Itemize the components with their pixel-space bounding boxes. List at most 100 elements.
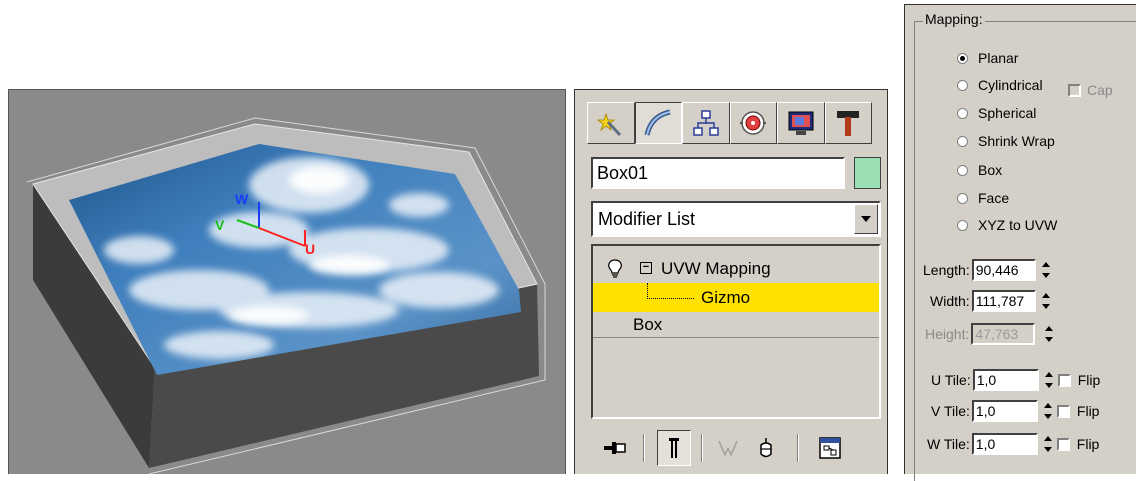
width-label: Width:: [930, 293, 970, 309]
radio-label: Cylindrical: [978, 77, 1043, 93]
radio-button-checked[interactable]: [957, 52, 968, 64]
w-tile-row: W Tile: 1,0 Flip: [927, 432, 1099, 456]
modify-tab[interactable]: [634, 102, 682, 144]
radio-label: XYZ to UVW: [978, 217, 1058, 233]
radio-cylindrical[interactable]: Cylindrical: [957, 75, 1043, 95]
flip-label: Flip: [1076, 403, 1100, 419]
w-tile-spinner-arrows[interactable]: [1042, 433, 1054, 455]
radio-button[interactable]: [957, 219, 968, 231]
radio-button[interactable]: [957, 135, 968, 147]
v-tile-label: V Tile:: [931, 403, 970, 419]
command-panel-tabs: [587, 102, 872, 146]
pin-icon: [604, 442, 626, 454]
create-tab[interactable]: [587, 102, 635, 144]
width-spinner-arrows[interactable]: [1040, 290, 1052, 312]
v-tile-field[interactable]: 1,0: [971, 400, 1038, 422]
length-label: Length:: [923, 262, 970, 278]
hierarchy-icon: [693, 110, 719, 136]
width-field[interactable]: 111,787: [971, 290, 1036, 312]
radio-button[interactable]: [957, 192, 968, 204]
v-flip-checkbox-row[interactable]: Flip: [1056, 403, 1100, 419]
motion-icon: [740, 111, 767, 135]
make-unique-icon: [718, 440, 738, 457]
stack-base-object-label: Box: [633, 315, 663, 334]
create-icon: [596, 112, 621, 137]
flip-label: Flip: [1077, 372, 1101, 388]
chevron-down-icon: [861, 216, 871, 222]
modify-icon: [644, 109, 671, 136]
u-tile-spinner-arrows[interactable]: [1043, 369, 1055, 391]
length-spinner-arrows[interactable]: [1040, 259, 1052, 281]
make-unique-button[interactable]: [711, 430, 745, 466]
height-field[interactable]: 47,763: [971, 323, 1036, 345]
lightbulb-icon[interactable]: [607, 259, 623, 279]
stack-item-uvw-mapping[interactable]: − UVW Mapping: [593, 254, 879, 283]
dropdown-arrow-button[interactable]: [854, 204, 878, 234]
gizmo-axis-v: V: [215, 217, 225, 233]
gizmo-axis-u: U: [305, 241, 315, 257]
show-end-result-button[interactable]: [657, 430, 691, 466]
object-color-swatch[interactable]: [854, 157, 881, 189]
radio-face[interactable]: Face: [957, 188, 1009, 208]
stack-item-box[interactable]: Box: [593, 312, 879, 338]
display-tab[interactable]: [777, 102, 825, 144]
radio-xyz-to-uvw[interactable]: XYZ to UVW: [957, 215, 1057, 235]
modifier-list-dropdown[interactable]: Modifier List: [591, 201, 881, 237]
v-tile-spinner-arrows[interactable]: [1042, 400, 1054, 422]
radio-label: Face: [978, 190, 1010, 206]
utilities-tab[interactable]: [824, 102, 872, 144]
w-flip-checkbox-row[interactable]: Flip: [1056, 436, 1100, 452]
display-icon: [788, 111, 814, 135]
mapping-group-title: Mapping:: [923, 11, 985, 27]
length-field[interactable]: 90,446: [971, 259, 1036, 281]
stack-toolbar: [587, 430, 877, 470]
radio-button[interactable]: [957, 164, 968, 176]
w-flip-checkbox[interactable]: [1056, 437, 1070, 451]
u-tile-row: U Tile: 1,0 Flip: [931, 368, 1100, 392]
viewport-scene: W V U: [26, 117, 546, 475]
perspective-viewport[interactable]: W V U: [8, 89, 566, 475]
pin-stack-button[interactable]: [597, 430, 631, 466]
gizmo-axis-w: W: [235, 191, 249, 207]
v-flip-checkbox[interactable]: [1056, 404, 1070, 418]
configure-modifier-sets-button[interactable]: [813, 430, 847, 466]
radio-button[interactable]: [957, 79, 968, 91]
motion-tab[interactable]: [729, 102, 777, 144]
command-panel: Box01 Modifier List − UVW Mapping Gizmo …: [574, 89, 888, 474]
radio-label: Spherical: [978, 105, 1037, 121]
cap-label: Cap: [1087, 82, 1113, 98]
radio-label: Box: [978, 162, 1003, 178]
radio-planar[interactable]: Planar: [957, 48, 1018, 68]
u-tile-label: U Tile:: [931, 372, 971, 388]
u-flip-checkbox[interactable]: [1057, 373, 1071, 387]
w-tile-field[interactable]: 1,0: [971, 433, 1038, 455]
modifier-list-label: Modifier List: [598, 209, 696, 229]
u-tile-field[interactable]: 1,0: [972, 369, 1039, 391]
modifier-stack: − UVW Mapping Gizmo Box: [591, 244, 881, 419]
stack-item-gizmo[interactable]: Gizmo: [593, 283, 879, 312]
v-tile-row: V Tile: 1,0 Flip: [931, 399, 1099, 423]
hammer-icon: [837, 111, 860, 136]
object-name-field[interactable]: Box01: [591, 157, 845, 189]
cap-checkbox[interactable]: [1068, 83, 1081, 97]
height-label: Height:: [925, 326, 970, 342]
flip-label: Flip: [1076, 436, 1100, 452]
height-spinner-row: Height: 47,763: [925, 322, 1055, 346]
remove-modifier-icon: [760, 438, 772, 458]
radio-box[interactable]: Box: [957, 160, 1002, 180]
width-spinner-row: Width: 111,787: [930, 289, 1052, 313]
toolbar-separator: [643, 434, 645, 462]
u-flip-checkbox-row[interactable]: Flip: [1057, 372, 1101, 388]
length-spinner-row: Length: 90,446: [923, 258, 1052, 282]
radio-shrink-wrap[interactable]: Shrink Wrap: [957, 131, 1055, 151]
radio-spherical[interactable]: Spherical: [957, 103, 1036, 123]
collapse-toggle-icon[interactable]: −: [640, 262, 652, 274]
hierarchy-tab[interactable]: [682, 102, 730, 144]
radio-button[interactable]: [957, 107, 968, 119]
remove-modifier-button[interactable]: [749, 430, 783, 466]
stack-modifier-label: UVW Mapping: [661, 259, 771, 278]
configure-sets-icon: [819, 437, 841, 459]
height-spinner-arrows[interactable]: [1043, 323, 1055, 345]
uvw-mapping-parameters: Mapping: Planar Cylindrical Cap Spherica…: [904, 4, 1136, 481]
cap-checkbox-row[interactable]: Cap: [1068, 82, 1113, 98]
